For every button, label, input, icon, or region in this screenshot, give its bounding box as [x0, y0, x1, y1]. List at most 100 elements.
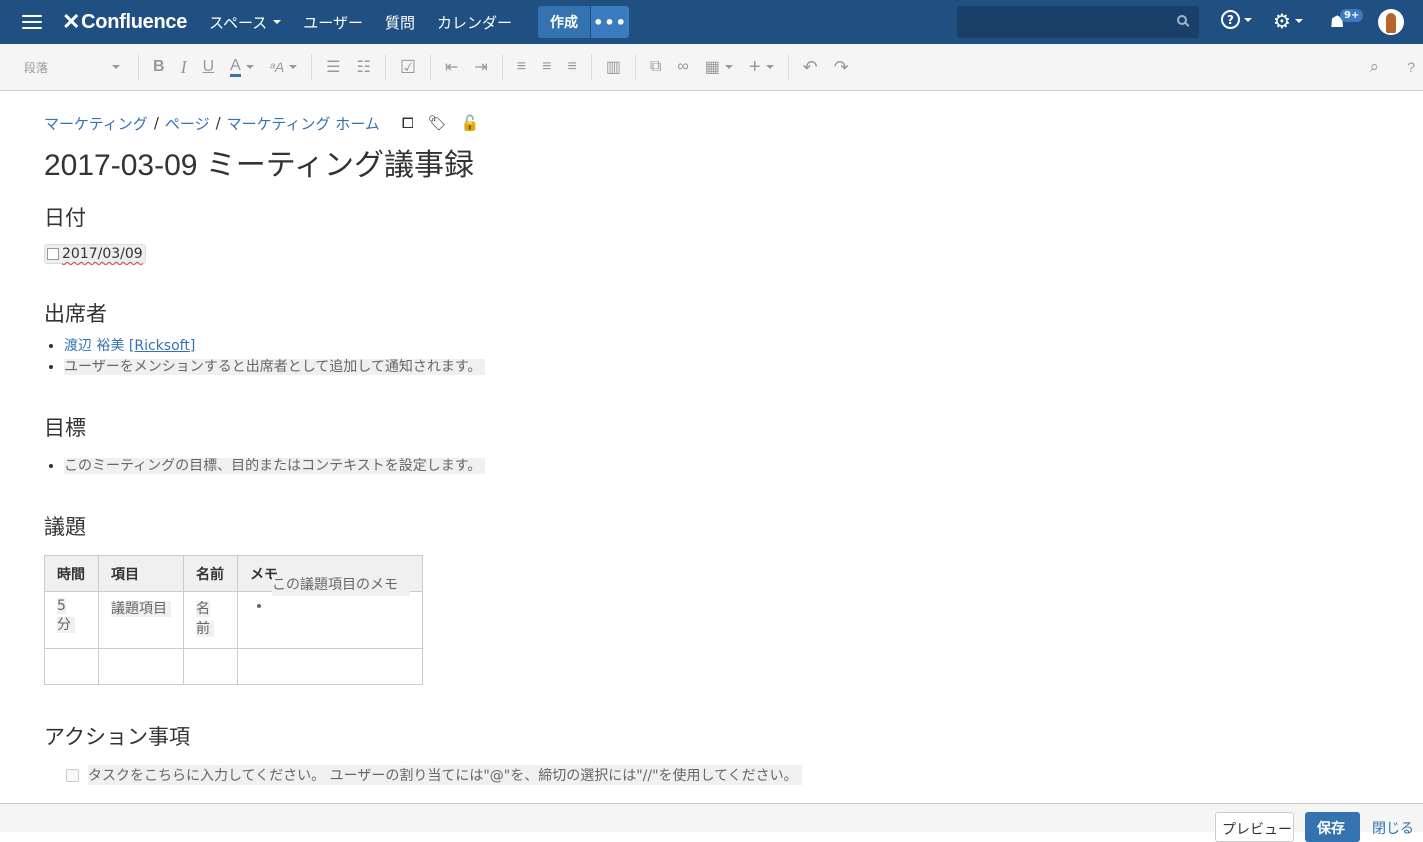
close-link[interactable]: 閉じる [1372, 818, 1414, 838]
editor-help-button[interactable]: ? [1399, 59, 1423, 75]
toolbar-divider [590, 54, 592, 80]
table-cell[interactable]: この議題項目のメモ [237, 575, 423, 649]
find-replace-button[interactable]: ⌕ [1362, 57, 1388, 77]
attendees-list: 渡辺 裕美 [Ricksoft] ユーザーをメンションすると出席者として追加して… [44, 336, 1344, 378]
unlock-icon[interactable]: 🔓 [461, 114, 480, 132]
align-center-button[interactable]: ≡ [534, 58, 559, 76]
underline-button[interactable]: U [195, 58, 223, 76]
task-list-button[interactable]: ☑ [392, 57, 424, 78]
redo-button[interactable]: ↷ [826, 57, 857, 78]
insert-more-button[interactable]: + [741, 56, 782, 79]
nav-users[interactable]: ユーザー [303, 12, 363, 33]
checkbox-icon: ☑ [399, 56, 416, 77]
redo-icon: ↷ [833, 56, 849, 77]
chevron-down-icon [273, 20, 282, 24]
action-items-heading: アクション事項 [44, 726, 190, 749]
editor-toolbar: 段落 B I U A ᵃA ☰ ☷ ☑ ⇤ ⇥ ≡ ≡ ≡ ▥ ⧉ ∞ ▦ + … [0, 44, 1423, 91]
list-item: このミーティングの目標、目的またはコンテキストを設定します。 [64, 456, 1344, 477]
user-avatar[interactable] [1378, 9, 1404, 35]
image-icon: ⧉ [649, 58, 662, 75]
settings-menu[interactable]: ⚙ [1273, 11, 1303, 31]
indent-icon: ⇥ [474, 59, 488, 76]
nav-calendar[interactable]: カレンダー [437, 12, 512, 33]
chevron-down-icon [289, 65, 298, 69]
indent-button[interactable]: ⇥ [466, 57, 495, 77]
align-right-button[interactable]: ≡ [559, 58, 584, 76]
instruction-placeholder[interactable]: このミーティングの目標、目的またはコンテキストを設定します。 [64, 458, 486, 474]
memo-list: この議題項目のメモ [272, 575, 410, 617]
breadcrumb-item[interactable]: マーケティング ホーム [227, 113, 380, 134]
chevron-down-icon [724, 65, 733, 69]
undo-icon: ↶ [802, 56, 818, 77]
search-input[interactable] [957, 6, 1199, 38]
table-header[interactable]: 時間 [44, 555, 99, 592]
preview-button[interactable]: プレビュー [1215, 812, 1294, 842]
goals-list: このミーティングの目標、目的またはコンテキストを設定します。 [44, 456, 1344, 477]
page-layout-button[interactable]: ▥ [598, 57, 629, 77]
insert-link-button[interactable]: ∞ [669, 58, 696, 76]
table-cell[interactable] [183, 648, 238, 685]
table-cell[interactable] [237, 648, 423, 685]
help-icon: ? [1221, 10, 1240, 29]
bullet-list-button[interactable]: ☰ [318, 57, 348, 77]
text-style-button[interactable]: ᵃA [262, 59, 305, 75]
numbered-list-button[interactable]: ☷ [349, 57, 379, 77]
editor-content[interactable]: マーケティング / ページ / マーケティング ホーム ⧠ 🏷 🔓 2017-0… [44, 110, 1344, 785]
date-heading: 日付 [44, 207, 86, 230]
chevron-down-icon [765, 65, 774, 69]
bold-button[interactable]: B [145, 58, 173, 76]
task-checkbox[interactable] [66, 768, 79, 782]
outdent-button[interactable]: ⇤ [437, 57, 466, 77]
insert-table-button[interactable]: ▦ [697, 57, 741, 77]
hierarchy-icon[interactable]: ⧠ [402, 114, 414, 132]
breadcrumb-item[interactable]: ページ [165, 113, 210, 134]
menu-icon[interactable] [22, 15, 42, 29]
notifications-button[interactable]: ☗ 9+ [1330, 9, 1364, 31]
tag-icon[interactable]: 🏷 [428, 114, 447, 132]
help-menu[interactable]: ? [1221, 10, 1252, 29]
undo-button[interactable]: ↶ [795, 57, 826, 78]
paragraph-format-select[interactable]: 段落 [24, 59, 120, 76]
table-row: 5 分 議題項目 名前 この議題項目のメモ [44, 575, 423, 649]
gear-icon: ⚙ [1273, 9, 1291, 33]
editor-footer: プレビュー 保存 閉じる [0, 803, 1423, 842]
nav-spaces[interactable]: スペース [209, 12, 282, 33]
layout-icon: ▥ [605, 59, 621, 76]
avatar-image [1386, 13, 1396, 33]
chevron-down-icon [245, 65, 254, 69]
table-row [44, 648, 423, 685]
agenda-heading: 議題 [44, 516, 86, 539]
table-cell[interactable]: 議題項目 [98, 591, 184, 649]
user-mention[interactable]: 渡辺 裕美 [64, 338, 124, 354]
chevron-down-icon [1294, 19, 1303, 23]
save-button[interactable]: 保存 [1305, 812, 1360, 842]
table-header[interactable]: 項目 [98, 555, 184, 592]
plus-icon: + [748, 55, 761, 78]
create-button[interactable]: 作成 [537, 6, 590, 38]
table-header[interactable]: 名前 [183, 555, 238, 592]
date-lozenge[interactable]: 2017/03/09 [44, 244, 146, 264]
breadcrumb: マーケティング / ページ / マーケティング ホーム ⧠ 🏷 🔓 [44, 110, 1344, 136]
page-title[interactable]: 2017-03-09 ミーティング議事録 [44, 140, 1344, 184]
breadcrumb-separator: / [215, 114, 221, 132]
top-nav: ✕ Confluence スペース ユーザー 質問 カレンダー 作成 ••• ? … [0, 0, 1423, 44]
table-cell[interactable] [44, 648, 99, 685]
align-left-button[interactable]: ≡ [509, 58, 534, 76]
confluence-x-icon: ✕ [62, 9, 81, 34]
align-right-icon: ≡ [567, 58, 577, 75]
table-cell[interactable]: 5 分 [44, 591, 99, 649]
bullet-list-icon: ☰ [326, 59, 341, 76]
table-cell[interactable] [98, 648, 184, 685]
toolbar-divider [634, 54, 636, 80]
text-color-button[interactable]: A [222, 57, 262, 77]
instruction-placeholder[interactable]: ユーザーをメンションすると出席者として追加して通知されます。 [64, 359, 486, 375]
table-cell[interactable]: 名前 [183, 591, 238, 649]
more-create-button[interactable]: ••• [590, 6, 629, 38]
instruction-placeholder[interactable]: タスクをこちらに入力してください。 ユーザーの割り当てには"@"を、締切の選択に… [88, 765, 802, 785]
nav-questions[interactable]: 質問 [385, 12, 415, 33]
user-org[interactable]: [Ricksoft] [129, 338, 195, 354]
insert-image-button[interactable]: ⧉ [642, 58, 669, 76]
italic-button[interactable]: I [173, 57, 195, 78]
confluence-logo[interactable]: ✕ Confluence [62, 9, 187, 35]
breadcrumb-item[interactable]: マーケティング [44, 113, 148, 134]
